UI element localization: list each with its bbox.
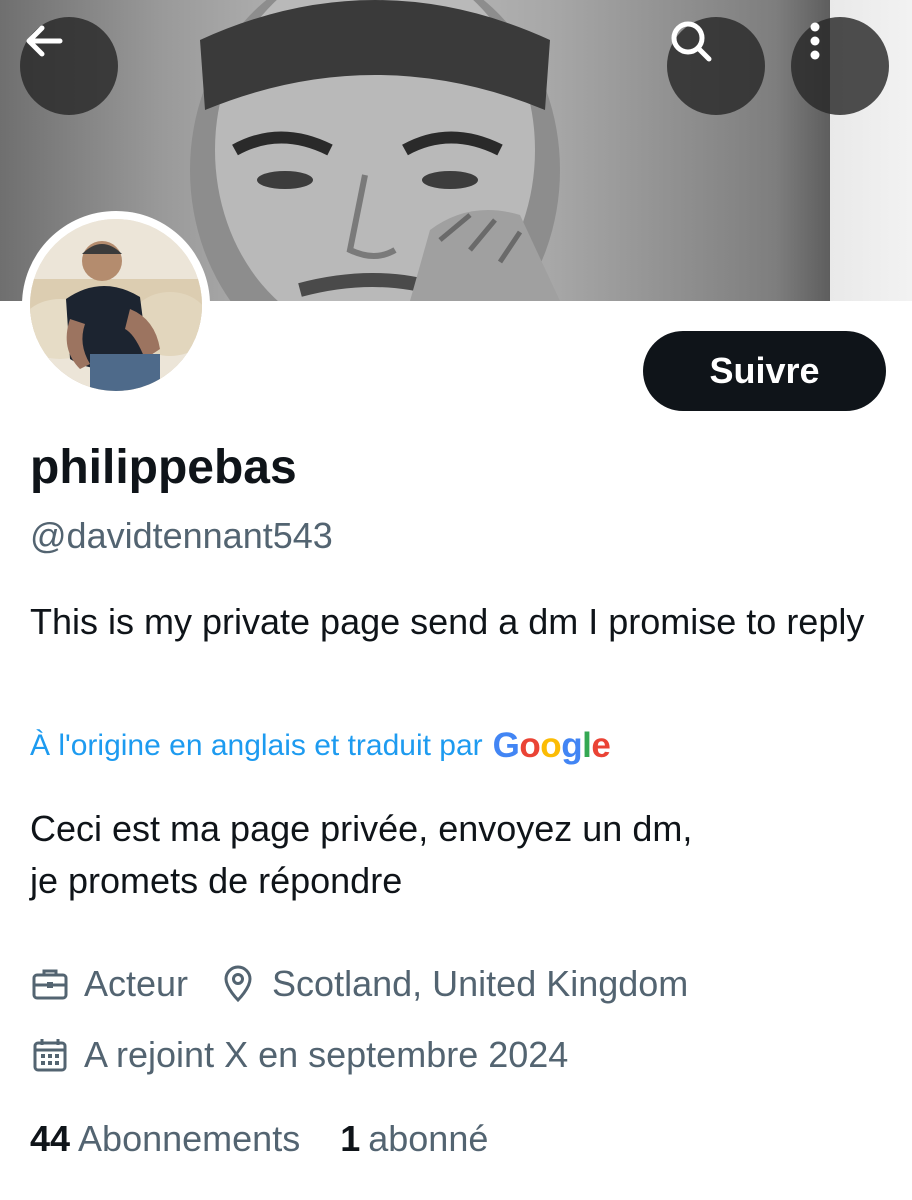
follow-button[interactable]: Suivre [643,331,886,411]
joined-row: A rejoint X en septembre 2024 [30,1034,598,1076]
display-name: philippebas [30,441,297,494]
briefcase-icon [32,969,68,1000]
joined-item: A rejoint X en septembre 2024 [30,1034,568,1076]
avatar-photo [30,219,202,391]
following-label: Abonnements [78,1118,301,1159]
more-vertical-icon [810,22,820,60]
translation-note[interactable]: À l'origine en anglais et traduit par Go… [30,726,611,766]
arrow-left-icon [26,25,63,57]
translation-note-text: À l'origine en anglais et traduit par [30,729,483,762]
more-options-button[interactable] [791,17,889,115]
search-button[interactable] [667,17,765,115]
search-icon [671,21,712,62]
followers-label: abonné [368,1118,489,1159]
username-handle: @davidtennant543 [30,515,333,556]
following-link[interactable]: 44 Abonnements [30,1118,300,1160]
followers-count: 1 [340,1118,361,1159]
bio-translated: Ceci est ma page privée, envoyez un dm, … [30,803,890,907]
profession-text: Acteur [84,963,189,1004]
back-button[interactable] [20,17,118,115]
bio-translated-line1: Ceci est ma page privée, envoyez un dm, [30,808,693,849]
profile-meta: Acteur Scotland, United Kingdom [30,963,718,1005]
follow-stats: 44 Abonnements 1 abonné [30,1118,528,1160]
bio-translated-line2: je promets de répondre [30,860,403,901]
following-count: 44 [30,1118,71,1159]
followers-link[interactable]: 1 abonné [340,1118,488,1160]
location-text: Scotland, United Kingdom [272,963,689,1004]
calendar-icon [33,1039,67,1072]
joined-text: A rejoint X en septembre 2024 [84,1034,569,1075]
google-logo: Google [492,726,611,765]
location-pin-icon [224,965,252,1003]
avatar[interactable] [22,211,210,399]
profession-item: Acteur [30,963,188,1005]
location-item: Scotland, United Kingdom [218,963,688,1005]
bio-text: This is my private page send a dm I prom… [30,601,865,642]
